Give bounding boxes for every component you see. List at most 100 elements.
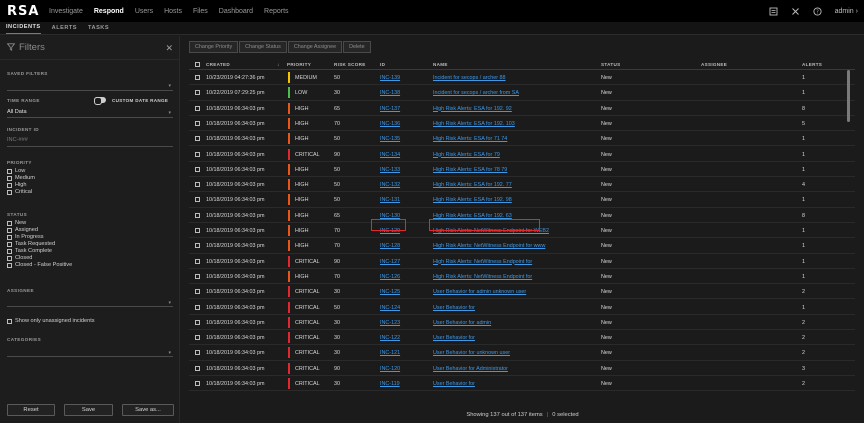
- table-row[interactable]: 10/18/2019 06:34:03 pm HIGH 50 INC-131 High …: [189, 192, 855, 208]
- incident-name-link[interactable]: Incident for secops / archer 88: [433, 75, 506, 81]
- table-row[interactable]: 10/18/2019 06:34:03 pm CRITICAL 50 INC-124 U…: [189, 300, 855, 315]
- change-assignee-button[interactable]: Change Assignee: [287, 41, 343, 53]
- nav-files[interactable]: Files: [193, 8, 208, 15]
- table-row[interactable]: 10/18/2019 06:34:03 pm CRITICAL 30 INC-125 U…: [189, 284, 855, 300]
- nav-respond[interactable]: Respond: [94, 8, 124, 15]
- row-checkbox[interactable]: [195, 365, 200, 371]
- incident-name-link[interactable]: User Behavior for Administrator: [433, 366, 508, 372]
- status-assigned-checkbox[interactable]: Assigned: [7, 227, 38, 234]
- incident-name-link[interactable]: High Risk Alerts: ESA for 192. 92: [433, 106, 512, 112]
- custom-date-range-toggle[interactable]: [94, 97, 106, 105]
- tab-tasks[interactable]: TASKS: [88, 25, 109, 34]
- incident-name-link[interactable]: User Behavior for: [433, 305, 475, 311]
- incident-id-link[interactable]: INC-122: [380, 335, 400, 341]
- row-checkbox[interactable]: [195, 212, 200, 218]
- table-row[interactable]: 10/18/2019 06:34:03 pm HIGH 70 INC-126 High …: [189, 269, 855, 285]
- incident-id-link[interactable]: INC-130: [380, 213, 400, 219]
- nav-hosts[interactable]: Hosts: [164, 8, 182, 15]
- close-icon[interactable]: ✕: [165, 43, 173, 54]
- table-row[interactable]: 10/18/2019 06:34:03 pm CRITICAL 30 INC-122 U…: [189, 330, 855, 346]
- change-priority-button[interactable]: Change Priority: [189, 41, 239, 53]
- chevron-down-icon[interactable]: ▾: [168, 83, 171, 89]
- nav-reports[interactable]: Reports: [264, 8, 289, 15]
- row-checkbox[interactable]: [195, 243, 200, 249]
- row-checkbox[interactable]: [195, 273, 200, 279]
- incident-name-link[interactable]: High Risk Alerts: ESA for 71 74: [433, 136, 507, 142]
- col-id[interactable]: ID: [380, 62, 385, 67]
- notes-icon[interactable]: [769, 7, 778, 16]
- table-row[interactable]: 10/18/2019 06:34:03 pm CRITICAL 90 INC-120 U…: [189, 361, 855, 376]
- incident-id-link[interactable]: INC-133: [380, 167, 400, 173]
- row-checkbox[interactable]: [195, 197, 200, 203]
- incident-name-link[interactable]: High Risk Alerts: ESA for 79: [433, 152, 500, 158]
- incident-id-link[interactable]: INC-139: [380, 75, 400, 81]
- incident-name-link[interactable]: User Behavior for admin: [433, 320, 491, 326]
- incident-id-link[interactable]: INC-119: [380, 381, 400, 387]
- save-as-button[interactable]: Save as...: [122, 404, 174, 416]
- incident-id-link[interactable]: INC-121: [380, 350, 400, 356]
- tab-alerts[interactable]: ALERTS: [52, 25, 77, 34]
- row-checkbox[interactable]: [195, 381, 200, 386]
- incident-name-link[interactable]: High Risk Alerts: ESA for 78 79: [433, 167, 507, 173]
- row-checkbox[interactable]: [195, 289, 200, 295]
- categories-select[interactable]: [7, 356, 173, 357]
- status-in-progress-checkbox[interactable]: In Progress: [7, 234, 44, 241]
- row-checkbox[interactable]: [195, 258, 200, 264]
- incident-name-link[interactable]: High Risk Alerts: ESA for 192. 98: [433, 197, 512, 203]
- row-checkbox[interactable]: [195, 75, 200, 80]
- incident-id-link[interactable]: INC-138: [380, 90, 400, 96]
- table-row[interactable]: 10/18/2019 06:34:03 pm HIGH 65 INC-137 High …: [189, 101, 855, 116]
- row-checkbox[interactable]: [195, 228, 200, 233]
- tools-icon[interactable]: [791, 7, 800, 16]
- incident-name-link[interactable]: High Risk Alerts: ESA for 192. 63: [433, 213, 512, 219]
- col-created[interactable]: CREATED: [206, 62, 230, 67]
- table-row[interactable]: 10/18/2019 06:34:03 pm CRITICAL 90 INC-134 H…: [189, 147, 855, 162]
- incident-id-link[interactable]: INC-137: [380, 106, 400, 112]
- row-checkbox[interactable]: [195, 166, 200, 172]
- status-task-complete-checkbox[interactable]: Task Complete: [7, 248, 52, 255]
- table-row[interactable]: 10/22/2019 07:29:25 pm LOW 30 INC-138 Incide…: [189, 85, 855, 101]
- incident-name-link[interactable]: High Risk Alerts: ESA for 192. 77: [433, 182, 512, 188]
- assignee-select[interactable]: [7, 306, 173, 307]
- user-menu[interactable]: admin ›: [835, 8, 858, 15]
- col-name[interactable]: NAME: [433, 62, 448, 67]
- col-assignee[interactable]: ASSIGNEE: [701, 62, 727, 67]
- status-closed-checkbox[interactable]: Closed: [7, 255, 32, 262]
- chevron-down-icon[interactable]: ▾: [168, 350, 171, 356]
- table-row[interactable]: 10/18/2019 06:34:03 pm CRITICAL 30 INC-121 U…: [189, 345, 855, 361]
- col-risk-score[interactable]: RISK SCORE: [334, 62, 366, 67]
- incident-id-link[interactable]: INC-136: [380, 121, 400, 127]
- table-row[interactable]: 10/18/2019 06:34:03 pm HIGH 70 INC-128 High …: [189, 238, 855, 254]
- incident-name-link[interactable]: High Risk Alerts: ESA for 192. 103: [433, 121, 515, 127]
- incident-id-link[interactable]: INC-123: [380, 320, 400, 326]
- status-closed-false-positive-checkbox[interactable]: Closed - False Positive: [7, 262, 72, 269]
- incident-name-link[interactable]: User Behavior for: [433, 335, 475, 341]
- priority-low-checkbox[interactable]: Low: [7, 168, 25, 175]
- status-new-checkbox[interactable]: New: [7, 220, 26, 227]
- table-row[interactable]: 10/18/2019 06:34:03 pm HIGH 50 INC-135 High …: [189, 131, 855, 147]
- priority-high-checkbox[interactable]: High: [7, 182, 27, 189]
- change-status-button[interactable]: Change Status: [239, 41, 287, 53]
- reset-button[interactable]: Reset: [7, 404, 55, 416]
- col-status[interactable]: STATUS: [601, 62, 621, 67]
- status-task-requested-checkbox[interactable]: Task Requested: [7, 241, 55, 248]
- chevron-down-icon[interactable]: ▾: [168, 110, 171, 116]
- incident-id-input[interactable]: INC-###: [7, 137, 28, 143]
- incident-id-link[interactable]: INC-126: [380, 274, 400, 280]
- help-icon[interactable]: ?: [813, 6, 822, 16]
- incident-name-link[interactable]: User Behavior for admin unknown user: [433, 289, 526, 295]
- nav-dashboard[interactable]: Dashboard: [219, 8, 253, 15]
- incident-id-link[interactable]: INC-124: [380, 305, 400, 311]
- tab-incidents[interactable]: INCIDENTS: [6, 24, 41, 34]
- select-all-checkbox[interactable]: [195, 62, 200, 67]
- row-checkbox[interactable]: [195, 136, 200, 142]
- row-checkbox[interactable]: [195, 151, 200, 157]
- table-row[interactable]: 10/18/2019 06:34:03 pm CRITICAL 90 INC-127 H…: [189, 254, 855, 269]
- priority-medium-checkbox[interactable]: Medium: [7, 175, 35, 182]
- row-checkbox[interactable]: [195, 319, 200, 325]
- incident-id-link[interactable]: INC-127: [380, 259, 400, 265]
- incident-name-link[interactable]: User Behavior for unknown user: [433, 350, 510, 356]
- row-checkbox[interactable]: [195, 120, 200, 126]
- sort-down-icon[interactable]: ↓: [277, 62, 280, 67]
- table-row[interactable]: 10/18/2019 06:34:03 pm HIGH 50 INC-133 High …: [189, 162, 855, 178]
